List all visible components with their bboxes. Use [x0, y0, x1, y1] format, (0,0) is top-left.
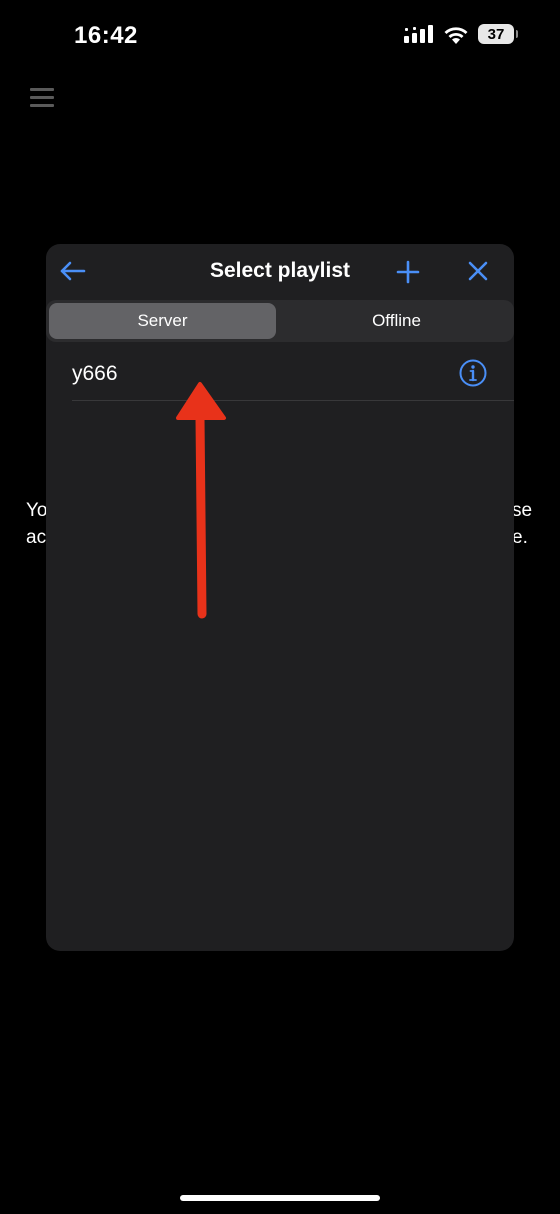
tab-server[interactable]: Server	[49, 303, 276, 339]
status-time: 16:42	[74, 22, 138, 49]
modal-title: Select playlist	[209, 259, 351, 282]
battery-icon: 37	[478, 24, 518, 44]
wifi-icon	[444, 26, 468, 44]
tab-offline[interactable]: Offline	[282, 303, 511, 339]
source-segmented-control: Server Offline	[46, 300, 514, 342]
home-indicator[interactable]	[180, 1195, 380, 1201]
modal-header: Select playlist	[46, 244, 514, 300]
plus-icon[interactable]	[396, 260, 420, 284]
background-text-left: Yo ac	[26, 500, 48, 548]
hamburger-menu-icon[interactable]	[30, 88, 54, 107]
battery-level: 37	[487, 25, 505, 43]
status-indicators: 37	[404, 24, 518, 44]
close-icon[interactable]	[467, 260, 489, 282]
annotation-arrow-icon	[176, 382, 226, 619]
cellular-signal-icon	[404, 25, 433, 43]
background-text-right: se e.	[512, 500, 533, 548]
playlist-name: y666	[72, 362, 118, 385]
playlist-row[interactable]: y666	[72, 350, 514, 401]
info-circle-icon[interactable]	[459, 359, 487, 387]
select-playlist-modal: Select playlist Server Offline y666	[46, 244, 514, 951]
